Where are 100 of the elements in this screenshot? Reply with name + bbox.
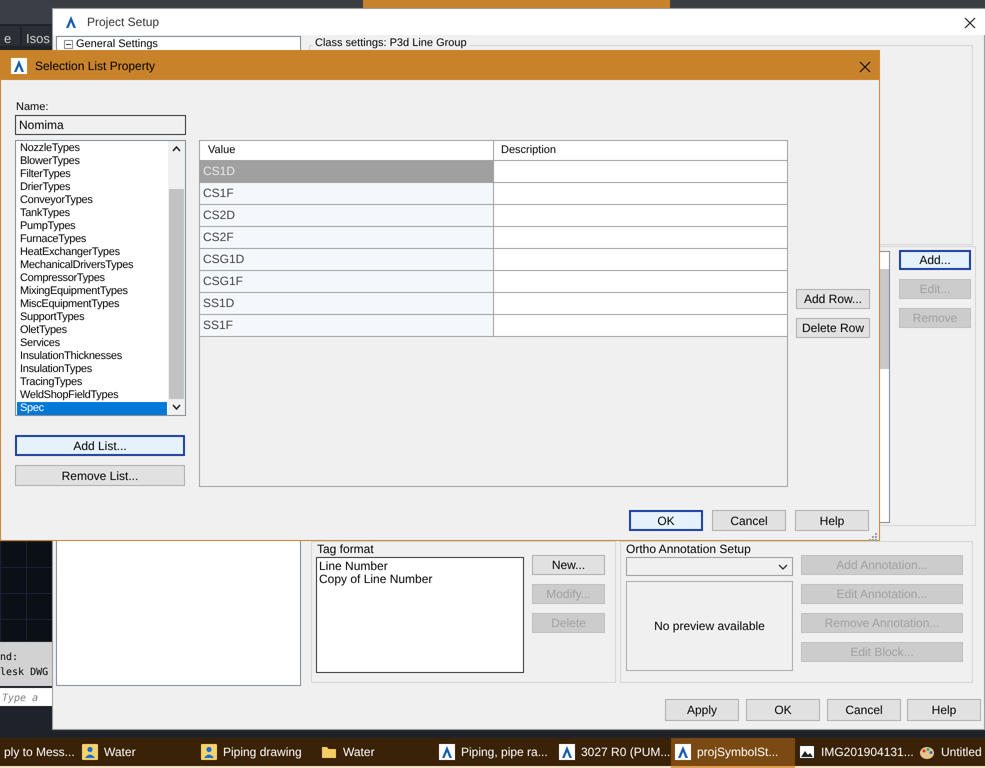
app-icon xyxy=(675,744,691,760)
list-item[interactable]: Services xyxy=(17,337,167,350)
button[interactable]: Add... xyxy=(899,250,971,270)
table-cell[interactable]: CS2F xyxy=(200,227,494,248)
resize-grip-icon xyxy=(869,533,877,541)
table-cell[interactable]: CS2D xyxy=(200,205,494,226)
list-item[interactable]: BlowerTypes xyxy=(17,155,167,168)
button[interactable]: Help xyxy=(907,699,981,721)
taskbar-label: 3027 R0 (PUM... xyxy=(581,744,670,761)
button[interactable]: Add Row... xyxy=(796,289,870,309)
scrollbar[interactable] xyxy=(168,141,185,415)
scrollbar-thumb[interactable] xyxy=(169,189,184,399)
table-cell[interactable]: CS1F xyxy=(200,183,494,204)
table-cell[interactable]: SS1F xyxy=(200,315,494,336)
table-cell[interactable] xyxy=(494,161,787,182)
taskbar-label: Untitled xyxy=(941,744,982,761)
button[interactable]: Remove List... xyxy=(15,465,185,486)
command-input[interactable]: Type a xyxy=(0,688,52,706)
list-item[interactable]: MiscEquipmentTypes xyxy=(17,298,167,311)
list-item[interactable]: Line Number xyxy=(319,560,523,573)
list-item[interactable]: DrierTypes xyxy=(17,181,167,194)
list-item[interactable]: Spec xyxy=(17,402,167,415)
palette-icon xyxy=(919,744,935,760)
table-cell[interactable] xyxy=(494,293,787,314)
taskbar-button[interactable]: ply to Mess... xyxy=(0,738,78,768)
button[interactable]: Help xyxy=(795,510,869,531)
table-cell[interactable] xyxy=(494,315,787,336)
button[interactable]: OK xyxy=(629,510,703,531)
folder-icon xyxy=(321,744,337,760)
list-item[interactable]: PumpTypes xyxy=(17,220,167,233)
person-icon xyxy=(82,744,98,760)
taskbar-label: ply to Mess... xyxy=(4,744,75,761)
app-icon xyxy=(439,744,455,760)
list-item[interactable]: NozzleTypes xyxy=(17,142,167,155)
image-icon xyxy=(799,744,815,760)
taskbar-button[interactable]: Water xyxy=(78,738,197,768)
list-item[interactable]: Copy of Line Number xyxy=(319,573,523,586)
command-line: lesk DWG xyxy=(0,666,50,680)
app-icon xyxy=(63,14,79,30)
table-cell[interactable] xyxy=(494,227,787,248)
close-icon xyxy=(964,17,976,29)
taskbar-label: Water xyxy=(343,744,375,761)
table-cell[interactable]: CSG1F xyxy=(200,271,494,292)
list-item[interactable]: SupportTypes xyxy=(17,311,167,324)
list-box[interactable] xyxy=(15,140,186,416)
button[interactable]: OK xyxy=(746,699,820,721)
preview-text: No preview available xyxy=(654,618,765,635)
list-item[interactable]: FilterTypes xyxy=(17,168,167,181)
group-label: Class settings: P3d Line Group xyxy=(313,37,469,49)
column-header[interactable]: Value xyxy=(200,141,494,160)
table-cell[interactable] xyxy=(494,271,787,292)
button[interactable]: Delete Row xyxy=(796,318,870,338)
table-cell[interactable]: SS1D xyxy=(200,293,494,314)
taskbar-button[interactable]: projSymbolSt... xyxy=(671,738,795,768)
list-box[interactable]: Line Number Copy of Line Number xyxy=(316,557,524,673)
field-label: Name: xyxy=(16,100,48,115)
list-item[interactable]: TracingTypes xyxy=(17,376,167,389)
button[interactable]: Cancel xyxy=(827,699,901,721)
person-icon xyxy=(201,744,217,760)
button[interactable]: Add List... xyxy=(15,435,185,456)
taskbar-label: Piping, pipe ra... xyxy=(461,744,548,761)
dropdown[interactable] xyxy=(626,557,793,576)
table-cell[interactable] xyxy=(494,183,787,204)
app-icon xyxy=(559,744,575,760)
taskbar-button[interactable]: Water xyxy=(317,738,435,768)
list-item[interactable]: TankTypes xyxy=(17,207,167,220)
taskbar-button[interactable]: Piping, pipe ra... xyxy=(435,738,555,768)
list-item[interactable]: FurnaceTypes xyxy=(17,233,167,246)
app-icon xyxy=(11,58,27,74)
list-item[interactable]: OletTypes xyxy=(17,324,167,337)
table-cell[interactable] xyxy=(494,205,787,226)
taskbar-button[interactable]: Untitled xyxy=(915,738,985,768)
table-cell[interactable] xyxy=(494,249,787,270)
taskbar-button[interactable]: Piping drawing xyxy=(197,738,317,768)
placeholder: Type a xyxy=(1,693,38,704)
list-item[interactable]: ConveyorTypes xyxy=(17,194,167,207)
table-cell[interactable]: CSG1D xyxy=(200,249,494,270)
list-item[interactable]: HeatExchangerTypes xyxy=(17,246,167,259)
chevron-down-icon xyxy=(172,404,181,410)
button[interactable]: Cancel xyxy=(712,510,786,531)
name-field[interactable]: Nomima xyxy=(15,115,186,135)
group-label: Ortho Annotation Setup xyxy=(624,543,753,555)
tab[interactable]: e xyxy=(0,26,20,46)
taskbar-label: Piping drawing xyxy=(223,744,302,761)
list-item[interactable]: CompressorTypes xyxy=(17,272,167,285)
window-title: Project Setup xyxy=(87,14,160,31)
list-item[interactable]: InsulationTypes xyxy=(17,363,167,376)
command-line: nd: xyxy=(0,651,20,665)
button[interactable]: New... xyxy=(532,555,605,575)
taskbar-label: projSymbolSt... xyxy=(697,744,778,761)
tree-item[interactable]: General Settings xyxy=(76,38,158,50)
list-item[interactable]: MechanicalDriversTypes xyxy=(17,259,167,272)
tab[interactable]: Isos xyxy=(22,26,54,46)
list-item[interactable]: WeldShopFieldTypes xyxy=(17,389,167,402)
taskbar-label: IMG201904131... xyxy=(821,744,914,761)
column-header[interactable]: Description xyxy=(494,141,787,160)
taskbar-button[interactable]: IMG201904131... xyxy=(795,738,915,768)
list-item[interactable]: InsulationThicknesses xyxy=(17,350,167,363)
list-item[interactable]: MixingEquipmentTypes xyxy=(17,285,167,298)
button[interactable]: Apply xyxy=(665,699,739,721)
